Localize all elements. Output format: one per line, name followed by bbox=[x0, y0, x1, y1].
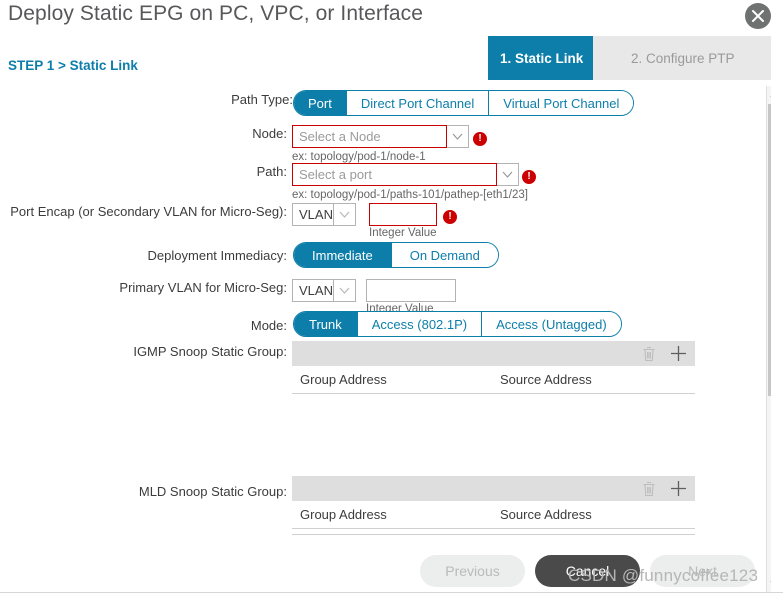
node-select[interactable]: Select a Node bbox=[292, 125, 469, 148]
igmp-table-toolbar bbox=[292, 341, 695, 366]
chevron-down-glyph bbox=[339, 287, 350, 294]
node-hint: ex: topology/pod-1/node-1 bbox=[292, 151, 426, 163]
port-encap-type-value[interactable]: VLAN bbox=[292, 203, 334, 226]
cancel-button[interactable]: Cancel bbox=[535, 555, 640, 587]
deployment-immediacy-label-wrap: Deployment Immediacy: bbox=[0, 248, 287, 263]
dialog-titlebar: Deploy Static EPG on PC, VPC, or Interfa… bbox=[0, 0, 783, 34]
node-error-badge: ! bbox=[473, 129, 487, 146]
igmp-table-header-row: Group Address Source Address bbox=[292, 366, 695, 394]
primary-vlan-label-wrap: Primary VLAN for Micro-Seg: bbox=[0, 280, 287, 295]
footer-divider bbox=[0, 592, 783, 593]
chevron-down-icon[interactable] bbox=[334, 279, 356, 302]
chevron-down-icon[interactable] bbox=[447, 125, 469, 148]
port-encap-label: Port Encap (or Secondary VLAN for Micro-… bbox=[10, 204, 287, 219]
path-type-option-port[interactable]: Port bbox=[294, 91, 347, 115]
port-encap-value-input[interactable] bbox=[369, 203, 437, 226]
mode-option-access-8021p[interactable]: Access (802.1P) bbox=[357, 312, 483, 336]
mode-option-access-untagged[interactable]: Access (Untagged) bbox=[482, 312, 621, 336]
mld-group-label: MLD Snoop Static Group: bbox=[138, 484, 287, 499]
mode-label: Mode: bbox=[250, 318, 287, 333]
deploy-static-epg-dialog: Deploy Static EPG on PC, VPC, or Interfa… bbox=[0, 0, 783, 602]
path-type-label-wrap: Path Type: bbox=[0, 92, 293, 107]
mld-group-label-wrap: MLD Snoop Static Group: bbox=[0, 484, 287, 499]
mode-toggle: Trunk Access (802.1P) Access (Untagged) bbox=[293, 311, 622, 337]
igmp-table-body bbox=[292, 394, 695, 479]
primary-vlan-type-value[interactable]: VLAN bbox=[292, 279, 334, 302]
chevron-down-glyph bbox=[452, 133, 463, 140]
mld-column-source-address: Source Address bbox=[500, 507, 592, 522]
port-encap-label-wrap: Port Encap (or Secondary VLAN for Micro-… bbox=[0, 204, 287, 219]
chevron-down-glyph bbox=[339, 211, 350, 218]
path-select[interactable]: Select a port bbox=[292, 163, 519, 186]
step-static-link-label: 1. Static Link bbox=[500, 50, 584, 66]
step-static-link[interactable]: 1. Static Link bbox=[488, 36, 615, 80]
error-icon: ! bbox=[473, 132, 487, 146]
igmp-snoop-static-group-table: Group Address Source Address bbox=[292, 341, 695, 479]
igmp-group-label: IGMP Snoop Static Group: bbox=[133, 344, 287, 359]
dialog-footer-buttons: Previous Cancel Next bbox=[420, 555, 755, 587]
wizard-steps: 1. Static Link 2. Configure PTP bbox=[488, 36, 771, 80]
trash-glyph bbox=[643, 481, 655, 496]
path-error-badge: ! bbox=[522, 167, 536, 184]
primary-vlan-label: Primary VLAN for Micro-Seg: bbox=[119, 280, 287, 295]
deployment-immediacy-option-on-demand[interactable]: On Demand bbox=[391, 243, 498, 267]
path-label-wrap: Path: bbox=[0, 164, 287, 179]
path-type-toggle: Port Direct Port Channel Virtual Port Ch… bbox=[293, 90, 635, 116]
dialog-right-edge bbox=[771, 0, 783, 602]
primary-vlan-type-select[interactable]: VLAN bbox=[292, 279, 356, 302]
node-label: Node: bbox=[252, 126, 287, 141]
plus-glyph bbox=[671, 346, 686, 361]
plus-icon[interactable] bbox=[670, 345, 687, 362]
trash-glyph bbox=[643, 346, 655, 361]
port-encap-hint: Integer Value bbox=[369, 227, 437, 239]
chevron-down-icon[interactable] bbox=[334, 203, 356, 226]
mld-column-group-address: Group Address bbox=[300, 507, 387, 522]
path-select-display[interactable]: Select a port bbox=[292, 163, 497, 186]
mld-table-toolbar bbox=[292, 476, 695, 501]
deployment-immediacy-label: Deployment Immediacy: bbox=[147, 248, 287, 263]
deployment-immediacy-toggle: Immediate On Demand bbox=[293, 242, 499, 268]
port-encap-type-select[interactable]: VLAN bbox=[292, 203, 356, 226]
mld-snoop-static-group-table: Group Address Source Address bbox=[292, 476, 695, 535]
form-area: Path Type: Port Direct Port Channel Virt… bbox=[0, 86, 756, 592]
mode-option-trunk[interactable]: Trunk bbox=[294, 312, 358, 336]
path-hint: ex: topology/pod-1/paths-101/pathep-[eth… bbox=[292, 189, 528, 201]
mode-label-wrap: Mode: bbox=[0, 318, 287, 333]
port-encap-error-badge: ! bbox=[443, 207, 457, 224]
error-icon: ! bbox=[522, 170, 536, 184]
primary-vlan-value-input[interactable] bbox=[366, 279, 456, 302]
plus-icon[interactable] bbox=[670, 480, 687, 497]
path-type-option-virtual-port-channel[interactable]: Virtual Port Channel bbox=[489, 91, 634, 115]
mld-table-header-row: Group Address Source Address bbox=[292, 501, 695, 529]
mld-table-body bbox=[292, 529, 695, 535]
igmp-column-source-address: Source Address bbox=[500, 372, 592, 387]
deployment-immediacy-option-immediate[interactable]: Immediate bbox=[294, 243, 392, 267]
step-configure-ptp[interactable]: 2. Configure PTP bbox=[593, 36, 771, 80]
node-select-display[interactable]: Select a Node bbox=[292, 125, 447, 148]
page-title: STEP 1 > Static Link bbox=[8, 58, 138, 73]
dialog-title: Deploy Static EPG on PC, VPC, or Interfa… bbox=[8, 2, 424, 25]
chevron-down-icon[interactable] bbox=[497, 163, 519, 186]
previous-button[interactable]: Previous bbox=[420, 555, 525, 587]
next-button[interactable]: Next bbox=[650, 555, 755, 587]
chevron-down-glyph bbox=[502, 171, 513, 178]
trash-icon[interactable] bbox=[642, 481, 656, 497]
node-label-wrap: Node: bbox=[0, 126, 287, 141]
path-type-option-direct-port-channel[interactable]: Direct Port Channel bbox=[346, 91, 490, 115]
trash-icon[interactable] bbox=[642, 346, 656, 362]
close-icon[interactable] bbox=[745, 3, 771, 29]
path-type-label: Path Type: bbox=[231, 92, 293, 107]
step-configure-ptp-label: 2. Configure PTP bbox=[631, 50, 735, 66]
path-label: Path: bbox=[256, 164, 287, 179]
igmp-group-label-wrap: IGMP Snoop Static Group: bbox=[0, 344, 287, 359]
close-x-glyph bbox=[752, 10, 764, 22]
error-icon: ! bbox=[443, 210, 457, 224]
igmp-column-group-address: Group Address bbox=[300, 372, 387, 387]
plus-glyph bbox=[671, 481, 686, 496]
